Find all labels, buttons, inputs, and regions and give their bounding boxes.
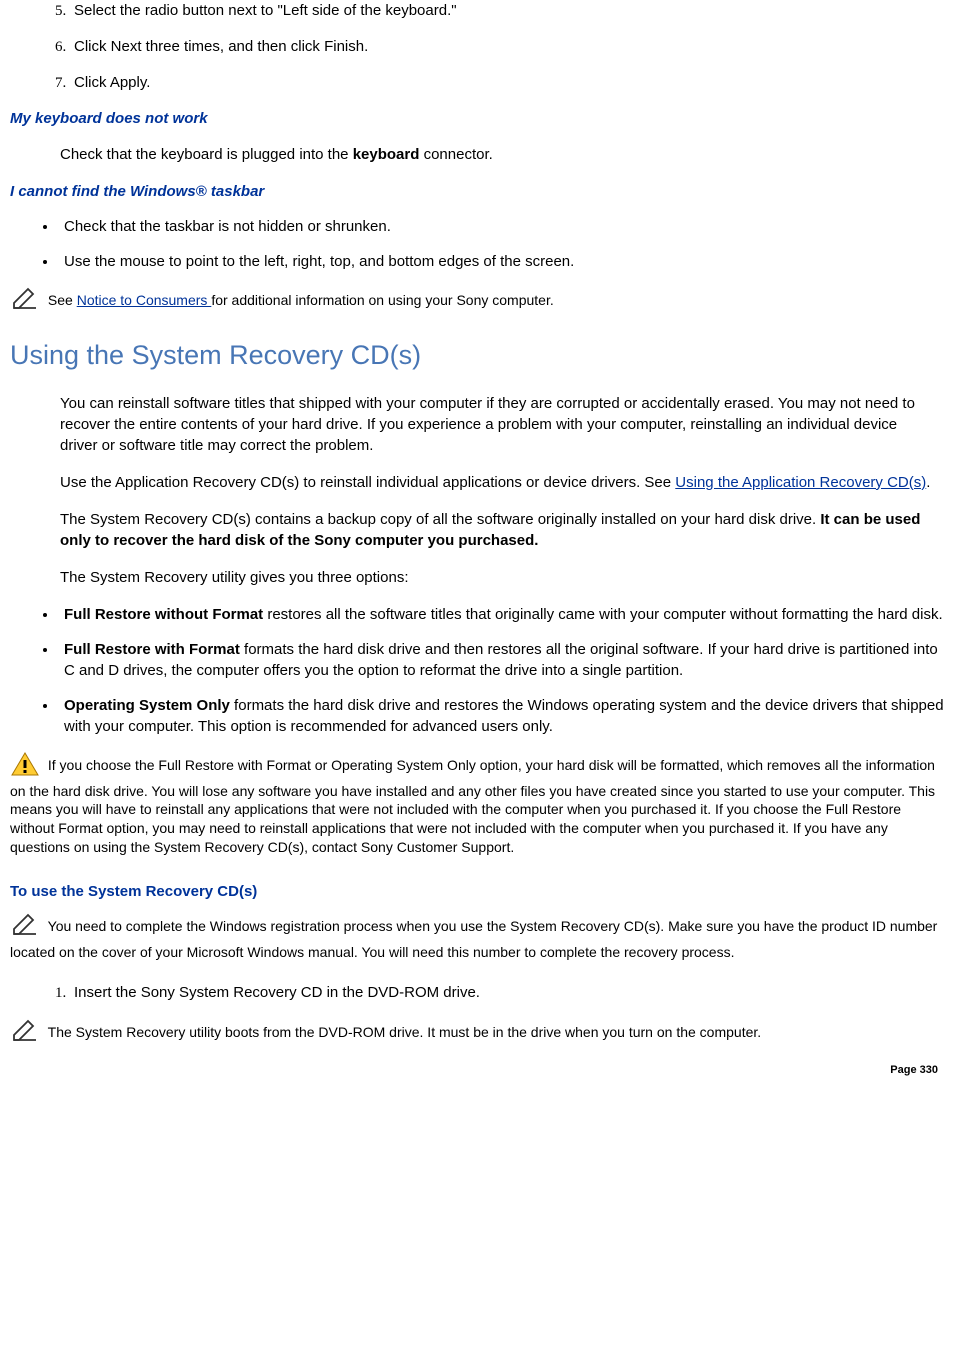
note-text: You need to complete the Windows registr…	[10, 918, 937, 960]
list-item: Full Restore with Format formats the har…	[58, 639, 944, 681]
list-item: Full Restore without Format restores all…	[58, 604, 944, 625]
list-item: Operating System Only formats the hard d…	[58, 695, 944, 737]
intro-para-2: Use the Application Recovery CD(s) to re…	[60, 472, 938, 493]
text: Use the Application Recovery CD(s) to re…	[60, 474, 675, 491]
intro-para-1: You can reinstall software titles that s…	[60, 393, 938, 456]
warning-block: If you choose the Full Restore with Form…	[10, 751, 940, 857]
pencil-icon	[10, 912, 40, 943]
note-consumers: See Notice to Consumers for additional i…	[10, 286, 940, 317]
list-item: Click Next three times, and then click F…	[70, 36, 944, 58]
list-item: Check that the taskbar is not hidden or …	[58, 216, 944, 237]
warning-text: If you choose the Full Restore with Form…	[10, 757, 935, 855]
bold-text: keyboard	[353, 146, 420, 163]
intro-para-3: The System Recovery CD(s) contains a bac…	[60, 509, 938, 551]
bottom-steps-list: Insert the Sony System Recovery CD in th…	[10, 982, 944, 1004]
keyboard-paragraph: Check that the keyboard is plugged into …	[60, 144, 938, 165]
text: Check that the keyboard is plugged into …	[60, 146, 353, 163]
page-number: Page 330	[10, 1063, 944, 1078]
section-heading: Using the System Recovery CD(s)	[10, 337, 944, 375]
pencil-icon	[10, 286, 40, 317]
step-text: Insert the Sony System Recovery CD in th…	[74, 984, 480, 1001]
step-text: Click Next three times, and then click F…	[74, 38, 368, 55]
pencil-icon	[10, 1018, 40, 1049]
text: .	[926, 474, 930, 491]
taskbar-heading: I cannot find the Windows® taskbar	[10, 181, 944, 202]
list-item: Click Apply.	[70, 72, 944, 94]
step-text: Select the radio button next to "Left si…	[74, 2, 457, 19]
text: The System Recovery CD(s) contains a bac…	[60, 511, 820, 528]
list-item: Select the radio button next to "Left si…	[70, 0, 944, 22]
text: restores all the software titles that or…	[263, 606, 942, 623]
notice-consumers-link[interactable]: Notice to Consumers	[77, 292, 212, 308]
text: See	[44, 292, 77, 308]
note-boot: The System Recovery utility boots from t…	[10, 1018, 940, 1049]
options-list: Full Restore without Format restores all…	[10, 604, 944, 737]
top-steps-list: Select the radio button next to "Left si…	[10, 0, 944, 94]
bold-text: Full Restore without Format	[64, 606, 263, 623]
note-text: The System Recovery utility boots from t…	[44, 1024, 761, 1040]
task-heading: To use the System Recovery CD(s)	[10, 881, 944, 902]
step-text: Click Apply.	[74, 74, 150, 91]
text: for additional information on using your…	[211, 292, 553, 308]
list-item: Insert the Sony System Recovery CD in th…	[70, 982, 944, 1004]
bold-text: Full Restore with Format	[64, 641, 240, 658]
keyboard-heading: My keyboard does not work	[10, 108, 944, 129]
taskbar-bullets: Check that the taskbar is not hidden or …	[10, 216, 944, 272]
text: connector.	[419, 146, 492, 163]
bold-text: Operating System Only	[64, 697, 230, 714]
app-recovery-link[interactable]: Using the Application Recovery CD(s)	[675, 474, 926, 491]
intro-para-4: The System Recovery utility gives you th…	[60, 567, 938, 588]
warning-icon	[10, 751, 40, 782]
list-item: Use the mouse to point to the left, righ…	[58, 251, 944, 272]
note-registration: You need to complete the Windows registr…	[10, 912, 940, 962]
